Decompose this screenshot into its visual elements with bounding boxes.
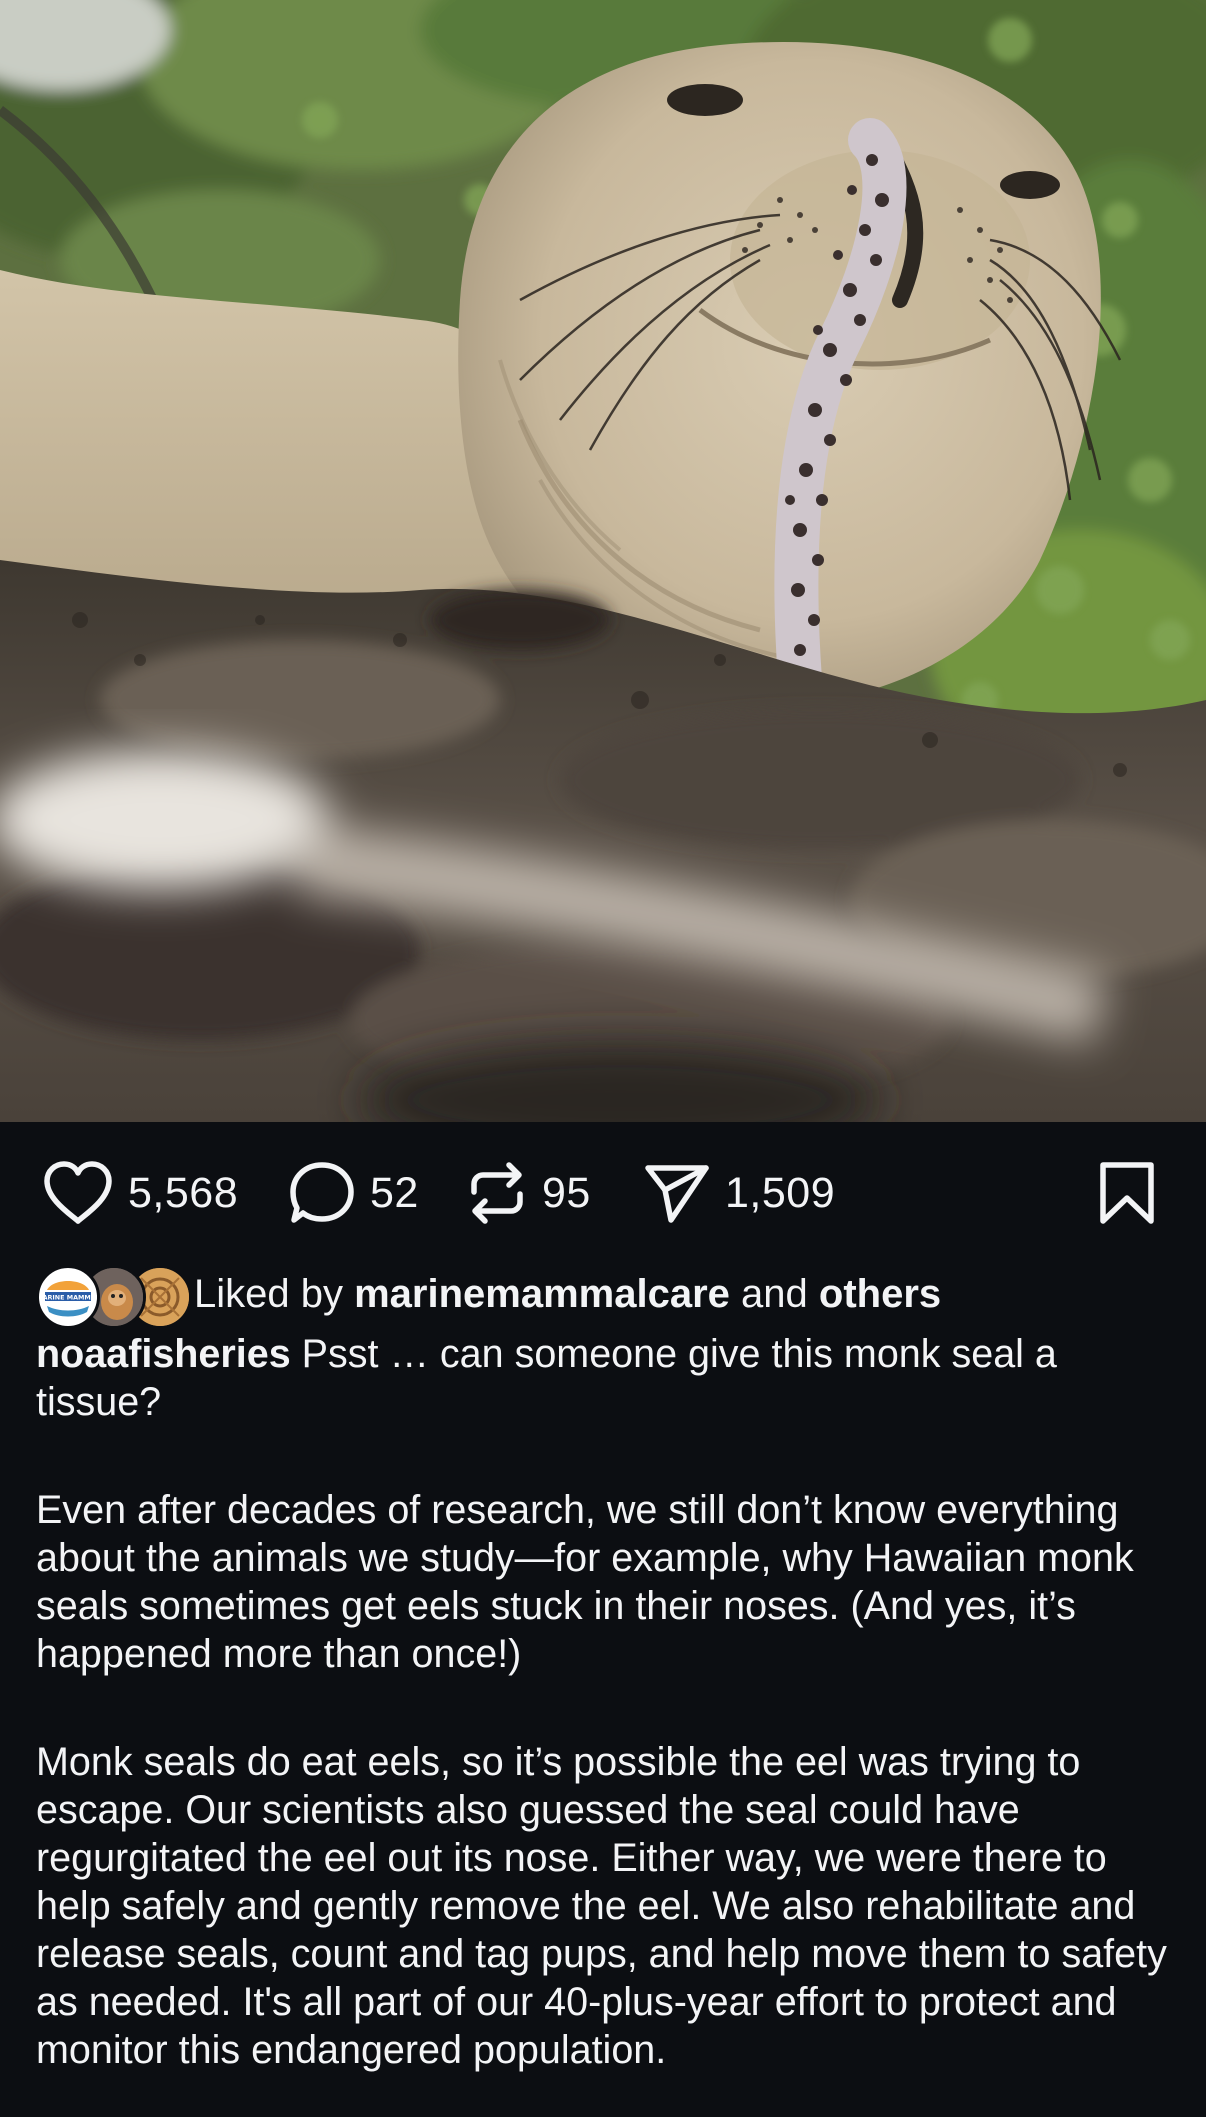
comment-icon: [290, 1162, 354, 1223]
like-count: 5,568: [128, 1168, 239, 1217]
caption-username[interactable]: noaafisheries: [36, 1332, 291, 1376]
post-caption: noaafisheries Psst … can someone give th…: [36, 1330, 1176, 2074]
avatar: MARINE MAMMAL: [36, 1265, 100, 1329]
share-icon: [645, 1165, 709, 1223]
liked-by-username[interactable]: marinemammalcare: [354, 1272, 730, 1316]
comment-count: 52: [370, 1168, 419, 1217]
liked-by-text: Liked by marinemammalcare and others: [194, 1272, 941, 1317]
heart-icon: [44, 1161, 112, 1224]
caption-lead: noaafisheries Psst … can someone give th…: [36, 1330, 1176, 1426]
liked-by-others-link[interactable]: others: [819, 1272, 941, 1316]
caption-paragraph: Even after decades of research, we still…: [36, 1488, 1134, 1676]
caption-paragraph: Monk seals do eat eels, so it’s possible…: [36, 1740, 1167, 2072]
repost-button[interactable]: 95: [466, 1150, 591, 1236]
liked-by-prefix: Liked by: [194, 1271, 343, 1316]
comment-button[interactable]: 52: [288, 1150, 419, 1236]
seal-photo-illustration: [0, 0, 1206, 1122]
repost-icon: [471, 1162, 523, 1224]
bookmark-icon: [1100, 1162, 1154, 1224]
repost-count: 95: [542, 1168, 591, 1217]
like-button[interactable]: 5,568: [42, 1150, 238, 1236]
share-count: 1,509: [725, 1168, 836, 1217]
liked-by-conjunction: and: [741, 1271, 808, 1316]
marine-mammal-logo: MARINE MAMMAL: [39, 1271, 97, 1323]
save-button[interactable]: [1096, 1150, 1158, 1236]
liked-by-row[interactable]: MARINE MAMMAL Liked by marinemammalcare …: [36, 1262, 941, 1329]
share-button[interactable]: 1,509: [643, 1150, 835, 1236]
post-photo[interactable]: [0, 0, 1206, 1122]
liker-avatars[interactable]: MARINE MAMMAL: [36, 1263, 192, 1329]
svg-text:MARINE MAMMAL: MARINE MAMMAL: [39, 1294, 97, 1302]
post-action-bar: 5,568 52 95 1,509: [0, 1150, 1206, 1236]
